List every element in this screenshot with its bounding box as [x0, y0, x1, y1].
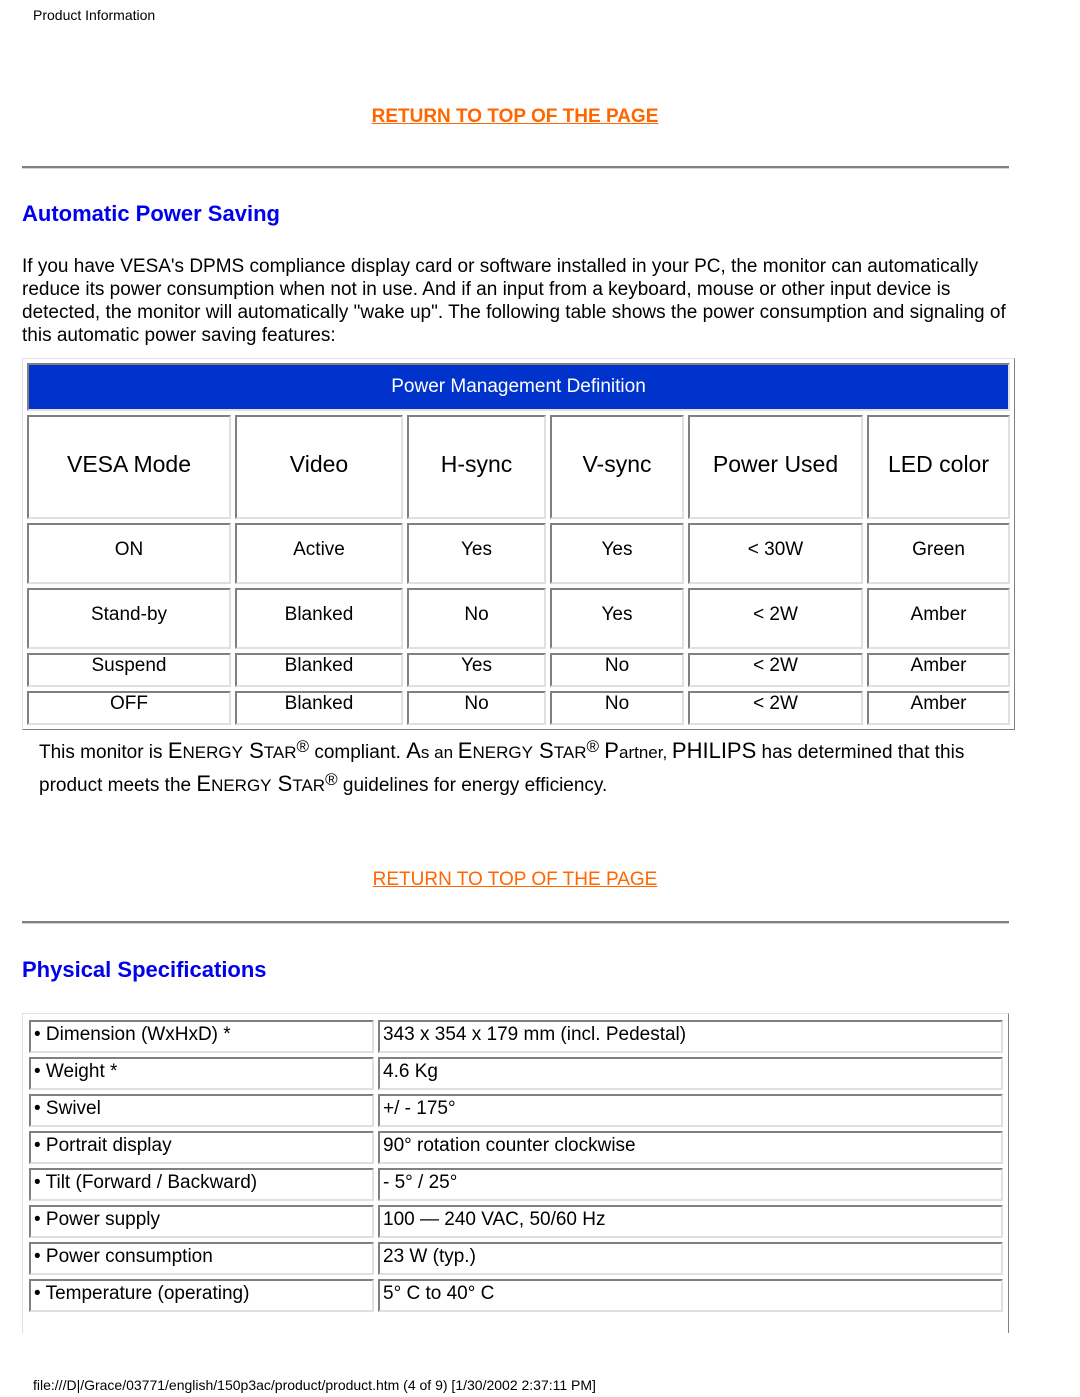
- table-cell: Active: [235, 523, 403, 584]
- table-row: • Tilt (Forward / Backward) - 5° / 25°: [29, 1168, 1003, 1201]
- spec-value: 4.6 Kg: [378, 1057, 1003, 1090]
- table-row: Stand-by Blanked No Yes < 2W Amber: [27, 588, 1011, 649]
- table-row: • Dimension (WxHxD) * 343 x 354 x 179 mm …: [29, 1020, 1003, 1053]
- spec-label: • Power consumption: [29, 1242, 374, 1275]
- table-cell: Blanked: [235, 653, 403, 687]
- spec-value: +/ - 175°: [378, 1094, 1003, 1127]
- spec-value: 5° C to 40° C: [378, 1279, 1003, 1312]
- table-cell: Amber: [867, 588, 1011, 649]
- spec-value: 23 W (typ.): [378, 1242, 1003, 1275]
- table-cell: OFF: [27, 691, 231, 725]
- table-cell: Yes: [550, 588, 684, 649]
- energy-star-name: ENERGY STAR: [457, 738, 587, 763]
- spec-label: • Tilt (Forward / Backward): [29, 1168, 374, 1201]
- table-cell: Amber: [867, 653, 1011, 687]
- return-to-top-link[interactable]: RETURN TO TOP OF THE PAGE: [0, 106, 1030, 128]
- table-row: ON Active Yes Yes < 30W Green: [27, 523, 1011, 584]
- spec-label: • Power supply: [29, 1205, 374, 1238]
- table-cell: Yes: [407, 653, 546, 687]
- table-cell: No: [550, 691, 684, 725]
- table-cell: No: [550, 653, 684, 687]
- column-header: LED color: [867, 415, 1011, 519]
- registered-mark: ®: [296, 737, 310, 756]
- table-cell: Blanked: [235, 588, 403, 649]
- table-row: • Weight * 4.6 Kg: [29, 1057, 1003, 1090]
- spec-value: 100 — 240 VAC, 50/60 Hz: [378, 1205, 1003, 1238]
- column-header: Power Used: [688, 415, 863, 519]
- table-cell: No: [407, 588, 546, 649]
- spec-value: - 5° / 25°: [378, 1168, 1003, 1201]
- physical-specs-container: • Dimension (WxHxD) * 343 x 354 x 179 mm …: [22, 1013, 1009, 1333]
- table-row: • Temperature (operating) 5° C to 40° C: [29, 1279, 1003, 1312]
- page-footer-url: file:///D|/Grace/03771/english/150p3ac/p…: [33, 1377, 596, 1393]
- horizontal-divider: [22, 921, 1009, 924]
- spec-value: 343 x 354 x 179 mm (incl. Pedestal): [378, 1020, 1003, 1053]
- table-row: • Swivel +/ - 175°: [29, 1094, 1003, 1127]
- column-header: V-sync: [550, 415, 684, 519]
- section-title-power-saving: Automatic Power Saving: [22, 201, 280, 226]
- energy-star-name: ENERGY STAR: [196, 771, 326, 796]
- text: guidelines for energy efficiency.: [337, 775, 608, 796]
- table-row: • Power consumption 23 W (typ.): [29, 1242, 1003, 1275]
- page-header-title: Product Information: [33, 7, 156, 23]
- energy-star-name: ENERGY STAR: [167, 738, 297, 763]
- table-cell: No: [407, 691, 546, 725]
- spec-label: • Swivel: [29, 1094, 374, 1127]
- section-title-physical-specs: Physical Specifications: [22, 957, 267, 982]
- table-row: • Power supply 100 — 240 VAC, 50/60 Hz: [29, 1205, 1003, 1238]
- table-cell: Green: [867, 523, 1011, 584]
- table-cell: Yes: [550, 523, 684, 584]
- spec-label: • Weight *: [29, 1057, 374, 1090]
- table-header-row: VESA Mode Video H-sync V-sync Power Used…: [27, 415, 1011, 519]
- spec-label: • Temperature (operating): [29, 1279, 374, 1312]
- table-cell: ON: [27, 523, 231, 584]
- column-header: VESA Mode: [27, 415, 231, 519]
- table-row: • Portrait display 90° rotation counter c…: [29, 1131, 1003, 1164]
- registered-mark: ®: [325, 770, 338, 789]
- column-header: Video: [235, 415, 403, 519]
- table-cell: < 2W: [688, 588, 863, 649]
- spec-value: 90° rotation counter clockwise: [378, 1131, 1003, 1164]
- table-row: OFF Blanked No No < 2W Amber: [27, 691, 1011, 725]
- table-cell: Stand-by: [27, 588, 231, 649]
- text: compliant.: [309, 742, 407, 763]
- horizontal-divider: [22, 166, 1009, 169]
- brand-name: PHILIPS: [671, 738, 757, 763]
- table-cell: Amber: [867, 691, 1011, 725]
- spec-label: • Portrait display: [29, 1131, 374, 1164]
- text: As an: [406, 738, 458, 763]
- registered-mark: ®: [586, 737, 600, 756]
- return-to-top-link[interactable]: RETURN TO TOP OF THE PAGE: [0, 869, 1030, 891]
- table-cell: < 30W: [688, 523, 863, 584]
- physical-specs-table: • Dimension (WxHxD) * 343 x 354 x 179 mm …: [25, 1016, 1007, 1316]
- power-management-table: Power Management Definition VESA Mode Vi…: [22, 358, 1016, 730]
- table-caption: Power Management Definition: [27, 363, 1011, 411]
- table-cell: < 2W: [688, 653, 863, 687]
- text: Partner,: [604, 738, 672, 763]
- power-saving-intro: If you have VESA's DPMS compliance displ…: [22, 256, 1006, 346]
- table-cell: Yes: [407, 523, 546, 584]
- text: This monitor is: [39, 742, 168, 763]
- table-row: Suspend Blanked Yes No < 2W Amber: [27, 653, 1011, 687]
- table-cell: Blanked: [235, 691, 403, 725]
- spec-label: • Dimension (WxHxD) *: [29, 1020, 374, 1053]
- table-cell: Suspend: [27, 653, 231, 687]
- column-header: H-sync: [407, 415, 546, 519]
- energy-star-statement: This monitor is ENERGY STAR® compliant. …: [39, 735, 999, 801]
- table-cell: < 2W: [688, 691, 863, 725]
